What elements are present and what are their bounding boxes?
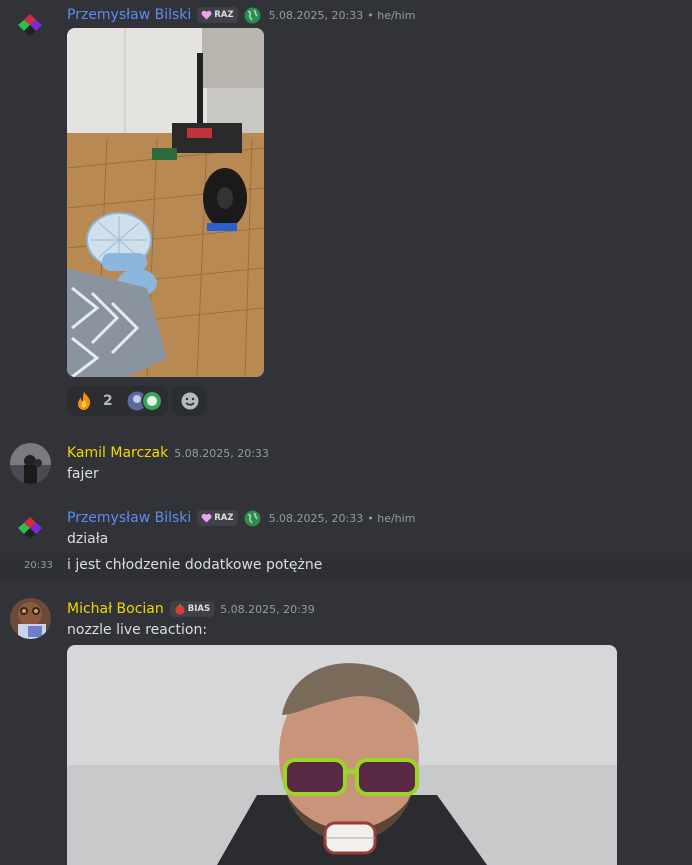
message-row-hovered[interactable]: 20:33 i jest chłodzenie dodatkowe potężn… — [0, 553, 692, 579]
server-tag-label: BIAS — [187, 604, 211, 614]
globe-icon[interactable] — [244, 7, 261, 24]
pronouns: • he/him — [367, 8, 416, 22]
username[interactable]: Przemysław Bilski — [67, 7, 191, 23]
hover-timestamp[interactable]: 20:33 — [24, 560, 53, 571]
avatar — [141, 390, 163, 412]
reaction-fire[interactable]: 2 — [67, 386, 168, 416]
heart-icon — [201, 513, 212, 523]
timestamp[interactable]: 5.08.2025, 20:33 — [269, 512, 364, 525]
reaction-count: 2 — [103, 393, 113, 409]
message-text: nozzle live reaction: — [67, 622, 208, 638]
server-tag[interactable]: BIAS — [169, 601, 215, 617]
attachment-image[interactable] — [67, 28, 264, 377]
server-tag[interactable]: RAZ — [197, 510, 238, 526]
message-header: Przemysław Bilski RAZ 5.08.2025, 20:33 •… — [67, 508, 415, 528]
avatar[interactable] — [10, 5, 51, 46]
reactor-avatars — [127, 390, 163, 412]
username[interactable]: Kamil Marczak — [67, 445, 168, 461]
attachment-image[interactable] — [67, 645, 617, 865]
server-tag-label: RAZ — [214, 513, 234, 523]
message-text: i jest chłodzenie dodatkowe potężne — [67, 557, 323, 573]
timestamp[interactable]: 5.08.2025, 20:39 — [220, 603, 315, 616]
server-tag-label: RAZ — [214, 10, 234, 20]
avatar[interactable] — [10, 443, 51, 484]
pronouns: • he/him — [367, 511, 416, 525]
timestamp[interactable]: 5.08.2025, 20:33 — [269, 9, 364, 22]
heart-icon — [201, 10, 212, 20]
message-header: Kamil Marczak 5.08.2025, 20:33 — [67, 443, 269, 463]
message-header: Przemysław Bilski RAZ 5.08.2025, 20:33 •… — [67, 5, 415, 25]
username[interactable]: Przemysław Bilski — [67, 510, 191, 526]
globe-icon[interactable] — [244, 510, 261, 527]
server-tag[interactable]: RAZ — [197, 7, 238, 23]
apple-icon — [175, 604, 185, 615]
message-header: Michał Bocian BIAS 5.08.2025, 20:39 — [67, 599, 315, 619]
smile-icon — [181, 392, 198, 410]
avatar[interactable] — [10, 598, 51, 639]
fire-emoji-icon — [78, 392, 91, 410]
username[interactable]: Michał Bocian — [67, 601, 164, 617]
timestamp[interactable]: 5.08.2025, 20:33 — [174, 447, 269, 460]
message-text: działa — [67, 531, 109, 547]
message-text: fajer — [67, 466, 99, 482]
add-reaction-button[interactable] — [172, 386, 207, 416]
avatar[interactable] — [10, 508, 51, 549]
